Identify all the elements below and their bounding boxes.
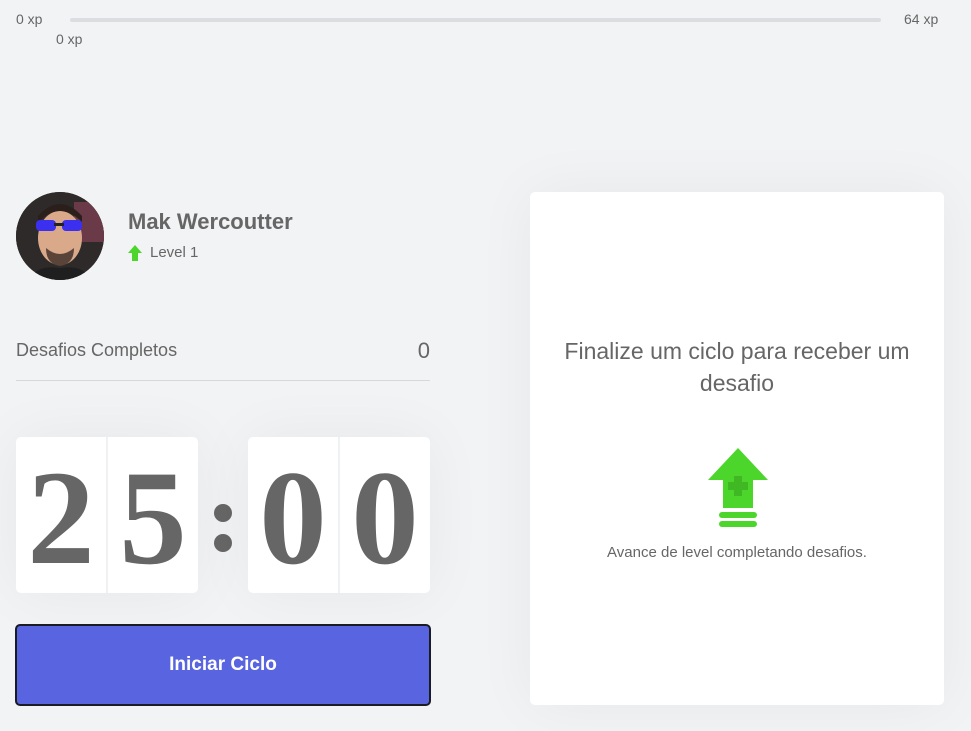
avatar (16, 192, 104, 280)
profile-level: Level 1 (128, 244, 198, 261)
challenge-box-hint: Avance de level completando desafios. (607, 544, 867, 561)
experience-bar (70, 18, 881, 22)
countdown-second-ones: 0 (339, 437, 430, 593)
countdown-minute-ones: 5 (107, 437, 198, 593)
profile-name: Mak Wercoutter (128, 209, 293, 234)
challenge-box: Finalize um ciclo para receber um desafi… (530, 192, 944, 705)
countdown-minutes: 2 5 (16, 437, 198, 593)
level-up-arrow-icon (128, 244, 142, 261)
completed-challenges: Desafios Completos 0 (16, 336, 430, 381)
xp-current-label: 0 xp (56, 31, 83, 47)
profile-level-label: Level 1 (150, 244, 199, 261)
start-cycle-button[interactable]: Iniciar Ciclo (15, 624, 431, 706)
xp-max-label: 64 xp (904, 11, 939, 27)
completed-challenges-count: 0 (417, 338, 430, 363)
xp-min-label: 0 xp (16, 11, 43, 27)
level-up-icon (708, 448, 768, 527)
avatar-image (16, 192, 104, 280)
countdown-colon (210, 498, 236, 558)
countdown-second-tens: 0 (248, 437, 339, 593)
challenge-box-title: Finalize um ciclo para receber um desafi… (564, 338, 910, 396)
countdown-minute-tens: 2 (16, 437, 107, 593)
completed-challenges-label: Desafios Completos (16, 340, 178, 360)
countdown-seconds: 0 0 (248, 437, 430, 593)
